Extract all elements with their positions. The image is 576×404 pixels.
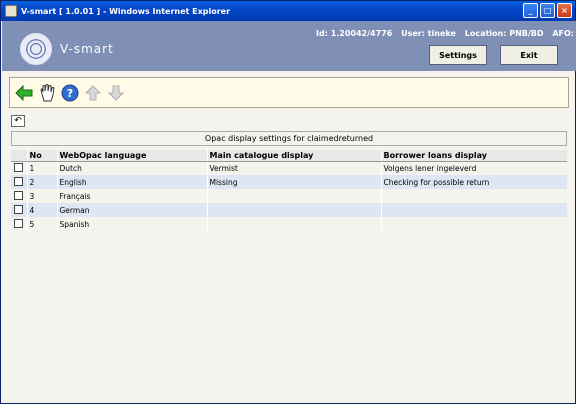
cell-language: English: [56, 175, 207, 189]
move-up-icon[interactable]: [83, 83, 103, 103]
title-bar: V-smart [ 1.0.01 ] - Windows Internet Ex…: [1, 1, 575, 21]
browser-window: V-smart [ 1.0.01 ] - Windows Internet Ex…: [0, 0, 576, 404]
cell-no: 3: [26, 189, 57, 203]
close-button[interactable]: ×: [557, 3, 572, 18]
back-arrow-icon[interactable]: [14, 83, 34, 103]
session-info: Id: 1.20042/4776 User: tineke Location: …: [316, 29, 576, 38]
cell-main-display: [206, 203, 381, 217]
cell-no: 4: [26, 203, 57, 217]
session-id: Id: 1.20042/4776: [316, 29, 393, 38]
vsmart-logo-icon: [20, 33, 52, 65]
cell-no: 2: [26, 175, 57, 189]
cell-main-display: [206, 217, 381, 231]
cell-borrower-display: [380, 203, 567, 217]
toolbar: ?: [9, 77, 569, 108]
cell-main-display: Vermist: [206, 161, 381, 175]
cell-borrower-display: [380, 217, 567, 231]
cell-language: Dutch: [56, 161, 207, 175]
cell-main-display: [206, 189, 381, 203]
hand-select-icon[interactable]: [37, 83, 57, 103]
minimize-button[interactable]: _: [523, 3, 538, 18]
table-row[interactable]: 3 Français: [11, 189, 567, 203]
header-webopac-language[interactable]: WebOpac language: [56, 150, 207, 162]
app-icon: [5, 5, 17, 17]
session-afo: AFO: 481: [552, 29, 576, 38]
settings-table: No WebOpac language Main catalogue displ…: [11, 150, 567, 231]
cell-borrower-display: Volgens lener ingeleverd: [380, 161, 567, 175]
header-main-catalogue-display[interactable]: Main catalogue display: [206, 150, 381, 162]
cell-no: 5: [26, 217, 57, 231]
move-down-icon[interactable]: [106, 83, 126, 103]
table-header-row: No WebOpac language Main catalogue displ…: [11, 150, 567, 162]
row-checkbox[interactable]: [14, 190, 23, 200]
cell-borrower-display: Checking for possible return: [380, 175, 567, 189]
table-row[interactable]: 4 German: [11, 203, 567, 217]
undo-icon[interactable]: ↶: [11, 115, 25, 127]
row-checkbox[interactable]: [14, 162, 23, 172]
row-checkbox[interactable]: [14, 204, 23, 214]
cell-no: 1: [26, 161, 57, 175]
header-select: [11, 150, 27, 162]
window-title: V-smart [ 1.0.01 ] - Windows Internet Ex…: [21, 6, 231, 16]
table-row[interactable]: 5 Spanish: [11, 217, 567, 231]
session-location: Location: PNB/BD: [464, 29, 544, 38]
cell-language: German: [56, 203, 207, 217]
cell-main-display: Missing: [206, 175, 381, 189]
brand-name: V-smart: [60, 42, 114, 56]
cell-borrower-display: [380, 189, 567, 203]
app-header: V-smart Id: 1.20042/4776 User: tineke Lo…: [2, 21, 576, 71]
row-checkbox[interactable]: [14, 176, 23, 186]
exit-button[interactable]: Exit: [500, 45, 558, 65]
session-user: User: tineke: [401, 29, 456, 38]
header-no[interactable]: No: [26, 150, 57, 162]
svg-text:?: ?: [67, 87, 73, 100]
cell-language: Spanish: [56, 217, 207, 231]
panel-title: Opac display settings for claimedreturne…: [11, 131, 567, 146]
header-borrower-loans-display[interactable]: Borrower loans display: [380, 150, 567, 162]
cell-language: Français: [56, 189, 207, 203]
table-row[interactable]: 1 Dutch Vermist Volgens lener ingeleverd: [11, 161, 567, 175]
table-row[interactable]: 2 English Missing Checking for possible …: [11, 175, 567, 189]
settings-button[interactable]: Settings: [429, 45, 487, 65]
help-icon[interactable]: ?: [60, 83, 80, 103]
maximize-button[interactable]: □: [540, 3, 555, 18]
row-checkbox[interactable]: [14, 218, 23, 228]
